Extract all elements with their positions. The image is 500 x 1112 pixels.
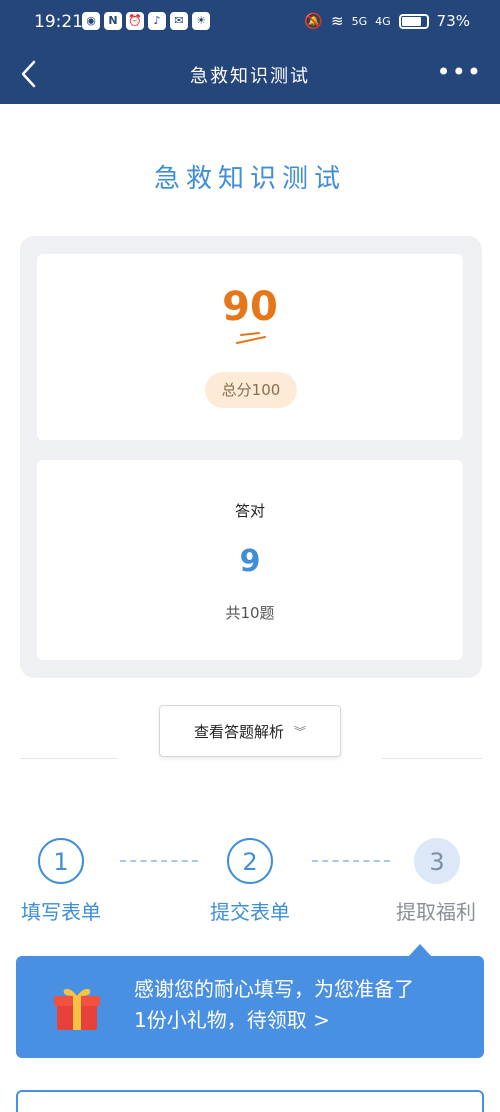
view-analysis-button[interactable]: 查看答题解析 ︾ — [159, 705, 341, 757]
page-title: 急救知识测试 — [153, 164, 346, 194]
score-underline-mark — [236, 332, 266, 344]
view-analysis-label: 查看答题解析 — [193, 722, 284, 741]
correct-card: 答对 9 共10题 — [37, 460, 463, 660]
gift-message: 感谢您的耐心填写，为您准备了 1份小礼物，待领取 > — [134, 974, 464, 1036]
step-1-label: 填写表单 — [21, 900, 101, 924]
double-chevron-down-icon: ︾ — [294, 724, 307, 739]
gift-message-line1: 感谢您的耐心填写，为您准备了 — [134, 977, 414, 1001]
step-connector-2 — [312, 860, 390, 862]
correct-count: 9 — [239, 544, 261, 579]
signal-4g: 4G — [375, 14, 391, 28]
step-2-circle: 2 — [227, 838, 273, 884]
gift-banner[interactable]: 感谢您的耐心填写，为您准备了 1份小礼物，待领取 > — [16, 956, 484, 1058]
eye-icon: ◉ — [82, 12, 100, 30]
wifi-icon: ≋ — [331, 12, 344, 30]
step-connector-1 — [120, 860, 198, 862]
signal-5g: 5G — [351, 14, 368, 28]
nav-title: 急救知识测试 — [190, 66, 310, 87]
total-questions: 共10题 — [225, 604, 275, 622]
status-right: 🔕 ≋ 5G 4G 73% — [304, 12, 470, 30]
score-card: 90 总分100 — [37, 254, 463, 440]
notification-icons: ◉ N ⏰ ♪ ✉ ☀ — [82, 12, 210, 30]
total-score-badge: 总分100 — [205, 372, 297, 408]
step-1-circle: 1 — [38, 838, 84, 884]
nfc-icon: N — [104, 12, 122, 30]
battery-percent: 73% — [436, 12, 470, 30]
status-bar: 19:21 ◉ N ⏰ ♪ ✉ ☀ 🔕 ≋ 5G 4G 73% — [0, 0, 500, 44]
battery-level — [401, 16, 421, 26]
mute-icon: 🔕 — [304, 12, 324, 30]
nav-bar: 急救知识测试 ••• — [0, 44, 500, 104]
weather-icon: ☀ — [192, 12, 210, 30]
gift-icon — [54, 988, 100, 1030]
alarm-icon: ⏰ — [126, 12, 144, 30]
divider-right — [382, 758, 482, 759]
score-value: 90 — [222, 284, 278, 330]
bottom-card — [16, 1090, 484, 1112]
divider-left — [20, 758, 118, 759]
gift-message-line2: 1份小礼物，待领取 > — [134, 1008, 330, 1032]
more-menu-icon[interactable]: ••• — [437, 58, 482, 86]
progress-steps: 1 2 3 填写表单 提交表单 提取福利 — [0, 838, 500, 928]
tiktok-icon: ♪ — [148, 12, 166, 30]
correct-label: 答对 — [234, 502, 265, 520]
step-3-label: 提取福利 — [396, 900, 476, 924]
step-2-label: 提交表单 — [210, 900, 290, 924]
wechat-icon: ✉ — [170, 12, 188, 30]
step-3-circle: 3 — [414, 838, 460, 884]
status-time: 19:21 — [34, 12, 83, 32]
battery-icon — [398, 13, 429, 29]
